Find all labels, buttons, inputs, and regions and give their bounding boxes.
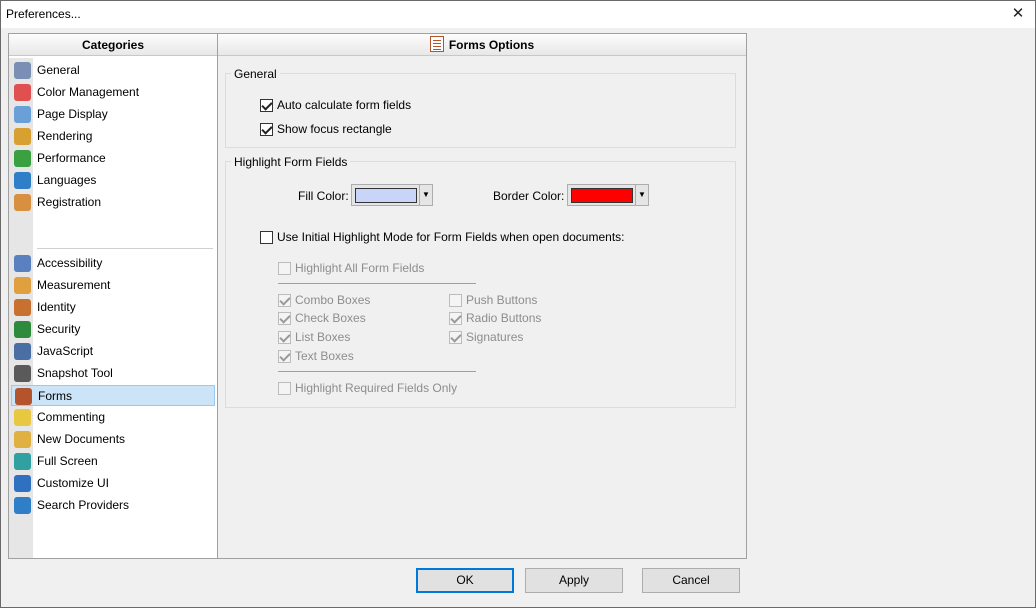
category-separator xyxy=(37,248,213,249)
sidebar-item-full-screen[interactable]: Full Screen xyxy=(11,451,215,472)
camera-icon xyxy=(14,365,31,382)
divider xyxy=(278,371,476,372)
fill-color-label: Fill Color: xyxy=(298,189,349,203)
sidebar-item-label: General xyxy=(37,63,80,77)
globe-icon xyxy=(14,172,31,189)
sidebar-item-label: Snapshot Tool xyxy=(37,366,113,380)
sidebar-item-label: Search Providers xyxy=(37,498,130,512)
new-document-icon xyxy=(14,431,31,448)
comment-icon xyxy=(14,409,31,426)
sidebar-item-search-providers[interactable]: Search Providers xyxy=(11,495,215,516)
gears-icon xyxy=(14,62,31,79)
sidebar-item-label: Security xyxy=(37,322,81,336)
border-color-picker[interactable]: ▼ xyxy=(567,184,649,206)
sidebar-item-label: Commenting xyxy=(37,410,106,424)
sidebar-item-performance[interactable]: Performance xyxy=(11,148,215,169)
window-title: Preferences... xyxy=(6,7,81,21)
sidebar-item-accessibility[interactable]: Accessibility xyxy=(11,253,215,274)
sidebar-item-customize-ui[interactable]: Customize UI xyxy=(11,473,215,494)
sidebar-item-color-management[interactable]: Color Management xyxy=(11,82,215,103)
sidebar-item-forms[interactable]: Forms xyxy=(11,385,215,406)
sidebar-item-label: Languages xyxy=(37,173,97,187)
brush-icon xyxy=(14,128,31,145)
sidebar-item-label: Color Management xyxy=(37,85,140,99)
user-icon xyxy=(14,194,31,211)
close-icon[interactable]: ✕ xyxy=(1007,4,1029,24)
sidebar-item-label: Rendering xyxy=(37,129,93,143)
form-icon xyxy=(15,388,32,405)
sidebar-item-commenting[interactable]: Commenting xyxy=(11,407,215,428)
fill-color-picker[interactable]: ▼ xyxy=(351,184,433,206)
preferences-window: Preferences... ✕ Categories General Color… xyxy=(0,0,1036,608)
shield-icon xyxy=(14,321,31,338)
sidebar-item-general[interactable]: General xyxy=(11,60,215,81)
sidebar-item-identity[interactable]: Identity xyxy=(11,297,215,318)
sidebar-item-label: Full Screen xyxy=(37,454,98,468)
sidebar-item-registration[interactable]: Registration xyxy=(11,192,215,213)
sidebar-item-languages[interactable]: Languages xyxy=(11,170,215,191)
color-circles-icon xyxy=(14,84,31,101)
sidebar-item-page-display[interactable]: Page Display xyxy=(11,104,215,125)
sidebar-item-label: JavaScript xyxy=(37,344,94,358)
sidebar-item-new-documents[interactable]: New Documents xyxy=(11,429,215,450)
search-globe-icon xyxy=(14,497,31,514)
sidebar-item-rendering[interactable]: Rendering xyxy=(11,126,215,147)
sidebar-item-label: New Documents xyxy=(37,432,126,446)
sidebar-item-label: Measurement xyxy=(37,278,111,292)
sidebar-item-label: Page Display xyxy=(37,107,108,121)
ok-button[interactable]: OK xyxy=(416,568,514,593)
cancel-button[interactable]: Cancel xyxy=(642,568,740,593)
chevron-down-icon: ▼ xyxy=(419,185,432,205)
title-bar: Preferences... ✕ xyxy=(1,1,1035,28)
form-icon xyxy=(429,36,444,52)
sidebar-item-javascript[interactable]: JavaScript xyxy=(11,341,215,362)
chart-icon xyxy=(14,150,31,167)
accessibility-icon xyxy=(14,255,31,272)
categories-header: Categories xyxy=(9,34,217,56)
forms-options-panel: Forms Options General Auto calculate for… xyxy=(218,33,747,559)
sidebar-item-label: Registration xyxy=(37,195,102,209)
border-color-label: Border Color: xyxy=(493,189,565,203)
sidebar-item-measurement[interactable]: Measurement xyxy=(11,275,215,296)
sidebar-item-security[interactable]: Security xyxy=(11,319,215,340)
apply-button[interactable]: Apply xyxy=(525,568,623,593)
border-color-swatch xyxy=(571,188,633,203)
options-header-title: Forms Options xyxy=(448,38,535,52)
fill-color-swatch xyxy=(355,188,417,203)
magnifier-page-icon xyxy=(14,106,31,123)
sidebar-item-label: Customize UI xyxy=(37,476,110,490)
sidebar-item-label: Performance xyxy=(37,151,106,165)
fullscreen-icon xyxy=(14,453,31,470)
ruler-icon xyxy=(14,277,31,294)
sidebar-item-label: Identity xyxy=(37,300,76,314)
categories-panel: Categories General Color Management Page D… xyxy=(8,33,218,559)
sidebar-item-snapshot-tool[interactable]: Snapshot Tool xyxy=(11,363,215,384)
sidebar-item-label: Accessibility xyxy=(37,256,103,270)
customize-icon xyxy=(14,475,31,492)
general-group-title: General xyxy=(231,67,280,81)
javascript-icon xyxy=(14,343,31,360)
highlight-group-title: Highlight Form Fields xyxy=(231,155,351,169)
identity-icon xyxy=(14,299,31,316)
chevron-down-icon: ▼ xyxy=(635,185,648,205)
options-header: Forms Options xyxy=(218,34,746,56)
divider xyxy=(278,283,476,284)
sidebar-item-label: Forms xyxy=(38,389,72,403)
categories-list: General Color Management Page Display Rende… xyxy=(9,58,217,558)
